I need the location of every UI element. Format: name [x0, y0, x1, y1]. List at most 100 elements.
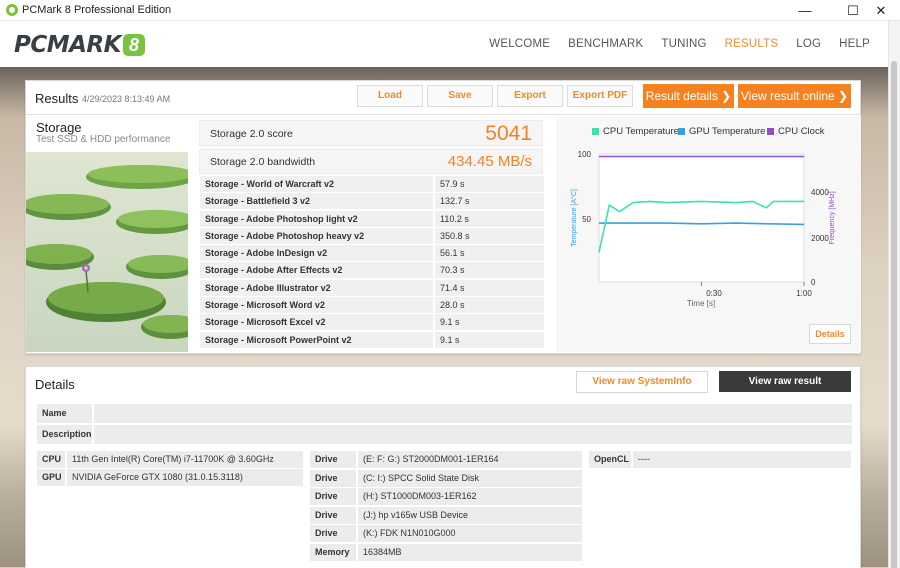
description-input[interactable] [94, 425, 852, 444]
view-result-online-button[interactable]: View result online ❯ [738, 84, 851, 108]
legend-label: CPU Temperature [603, 126, 679, 137]
window-title: PCMark 8 Professional Edition [22, 4, 172, 16]
results-date: 4/29/2023 8:13:49 AM [82, 94, 171, 104]
storage-bandwidth-row: Storage 2.0 bandwidth 434.45 MB/s [199, 149, 543, 174]
export-pdf-button[interactable]: Export PDF [567, 85, 633, 107]
drive-row: Drive (H:) ST1000DM003-1ER162 [310, 488, 582, 506]
x-tick: 1:00 [796, 289, 812, 298]
nav-tuning[interactable]: TUNING [661, 38, 706, 50]
drive-label: Drive [310, 451, 356, 468]
test-value: 57.9 s [435, 176, 544, 192]
nav-benchmark[interactable]: BENCHMARK [568, 38, 643, 50]
test-result-row: Storage - Microsoft PowerPoint v2 9.1 s [200, 331, 544, 349]
drive-label: Drive [310, 525, 356, 543]
test-result-row: Storage - Adobe Photoshop heavy v2 350.8 … [200, 227, 544, 246]
minimize-button[interactable]: — [786, 0, 824, 21]
water-lily-image [26, 152, 188, 352]
name-field-row: Name [37, 404, 852, 423]
y-right-tick: 2000 [811, 234, 829, 243]
legend-gpu-temperature: GPU Temperature [678, 126, 765, 137]
test-result-row: Storage - Microsoft Excel v2 9.1 s [200, 314, 544, 332]
export-button[interactable]: Export [497, 85, 563, 107]
y-right-axis-label: Frequency [MHz] [829, 191, 836, 244]
scrollbar[interactable] [888, 21, 900, 568]
test-name: Storage - Adobe Photoshop light v2 [200, 210, 433, 227]
legend-swatch [678, 128, 685, 135]
results-title: Results [35, 91, 79, 106]
test-result-row: Storage - Adobe InDesign v2 56.1 s [200, 245, 544, 263]
cpu-row: CPU 11th Gen Intel(R) Core(TM) i7-11700K… [37, 451, 303, 468]
drive-value: (H:) ST1000DM003-1ER162 [358, 488, 582, 506]
test-value: 9.1 s [435, 314, 544, 331]
test-value: 350.8 s [435, 227, 544, 244]
test-value: 70.3 s [435, 262, 544, 279]
nav-results[interactable]: RESULTS [725, 38, 779, 50]
y-left-axis-label: Temperature [A°C] [570, 189, 578, 247]
test-name: Storage - Adobe After Effects v2 [200, 262, 433, 279]
test-value: 132.7 s [435, 193, 544, 210]
y-left-tick: 50 [582, 215, 591, 224]
y-left-tick: 100 [578, 150, 592, 159]
scrollbar-thumb[interactable] [891, 61, 897, 568]
test-value: 56.1 s [435, 245, 544, 262]
storage-score-row: Storage 2.0 score 5041 [199, 120, 543, 146]
drive-row: Drive (J:) hp v165w USB Device [310, 506, 582, 524]
legend-cpu-temperature: CPU Temperature [592, 126, 679, 137]
cpu-value: 11th Gen Intel(R) Core(TM) i7-11700K @ 3… [67, 451, 303, 468]
test-result-row: Storage - Adobe After Effects v2 70.3 s [200, 262, 544, 280]
storage-score-value: 5041 [485, 122, 532, 145]
close-button[interactable]: ✕ [862, 0, 900, 21]
drive-row: Drive (E: F: G:) ST2000DM001-1ER164 [310, 451, 582, 468]
test-result-row: Storage - Adobe Photoshop light v2 110.2 … [200, 210, 544, 228]
test-value: 110.2 s [435, 210, 544, 227]
test-result-row: Storage - World of Warcraft v2 57.9 s [200, 176, 544, 194]
logo-number: 8 [122, 34, 145, 56]
logo-text: PCMARK [14, 32, 121, 58]
monitoring-chart: CPU Temperature GPU Temperature CPU Cloc… [556, 116, 861, 352]
nav-welcome[interactable]: WELCOME [489, 38, 550, 50]
test-name: Storage - World of Warcraft v2 [200, 176, 433, 192]
cpu-label: CPU [37, 451, 65, 468]
legend-label: GPU Temperature [689, 126, 766, 137]
drive-row: Drive (K:) FDK N1N010G000 [310, 525, 582, 543]
x-tick: 0:30 [706, 289, 722, 298]
y-right-tick: 4000 [811, 188, 829, 197]
results-panel: Results 4/29/2023 8:13:49 AM Load Save E… [25, 80, 861, 354]
save-button[interactable]: Save [427, 85, 493, 107]
memory-label: Memory [310, 544, 356, 561]
result-details-button[interactable]: Result details ❯ [643, 84, 734, 108]
memory-value: 16384MB [358, 544, 582, 561]
view-raw-result-button[interactable]: View raw result [719, 371, 851, 392]
monitoring-plot: 100 50 4000 2000 0 0:30 1:00 Time [s] Te… [570, 150, 836, 308]
drive-value: (C: I:) SPCC Solid State Disk [358, 469, 582, 487]
nav-log[interactable]: LOG [796, 38, 821, 50]
gpu-value: NVIDIA GeForce GTX 1080 (31.0.15.3118) [67, 469, 303, 486]
description-label: Description [37, 425, 92, 444]
app-icon [6, 4, 18, 16]
test-value: 9.1 s [435, 331, 544, 348]
y-right-tick: 0 [811, 278, 816, 287]
monitoring-details-button[interactable]: Details [809, 324, 851, 344]
view-raw-systeminfo-button[interactable]: View raw SystemInfo [576, 371, 708, 393]
main-nav: WELCOME BENCHMARK TUNING RESULTS LOG HEL… [471, 38, 870, 50]
legend-swatch [592, 128, 599, 135]
results-header: Results 4/29/2023 8:13:49 AM Load Save E… [26, 81, 860, 115]
storage-score-label: Storage 2.0 score [210, 128, 293, 140]
description-field-row: Description [37, 425, 852, 444]
gpu-label: GPU [37, 469, 65, 486]
opencl-label: OpenCL [589, 451, 631, 468]
opencl-row: OpenCL ---- [589, 451, 851, 468]
load-button[interactable]: Load [357, 85, 423, 107]
drive-label: Drive [310, 469, 356, 487]
nav-help[interactable]: HELP [839, 38, 870, 50]
title-bar: PCMark 8 Professional Edition — ☐ ✕ [0, 0, 900, 21]
storage-bandwidth-value: 434.45 MB/s [447, 153, 532, 170]
pcmark-logo: PCMARK 8 [14, 32, 145, 58]
drive-label: Drive [310, 488, 356, 506]
drive-value: (E: F: G:) ST2000DM001-1ER164 [358, 451, 582, 468]
app-header: PCMARK 8 WELCOME BENCHMARK TUNING RESULT… [0, 21, 900, 67]
test-name: Storage - Adobe Photoshop heavy v2 [200, 227, 433, 244]
memory-row: Memory 16384MB [310, 544, 582, 561]
test-name: Storage - Battlefield 3 v2 [200, 193, 433, 210]
name-input[interactable] [94, 404, 852, 423]
